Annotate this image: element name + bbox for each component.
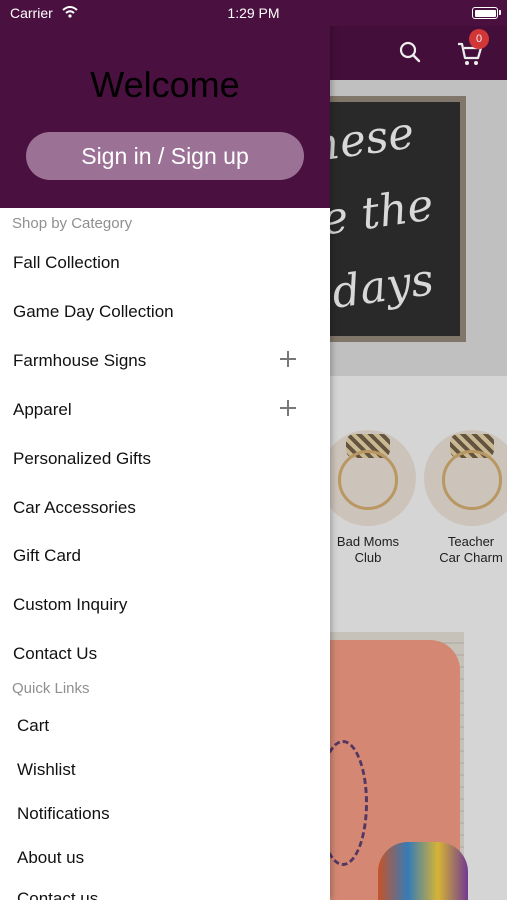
side-drawer: Welcome Sign in / Sign up Shop by Catego… [0,0,330,900]
menu-item-custom-inquiry[interactable]: Custom Inquiry [13,595,313,615]
menu-item-personalized-gifts[interactable]: Personalized Gifts [13,449,313,469]
signin-button[interactable]: Sign in / Sign up [26,132,304,180]
battery-nub [499,10,501,15]
quick-link-wishlist[interactable]: Wishlist [17,760,317,780]
menu-item-farmhouse-signs[interactable]: Farmhouse Signs [13,351,313,371]
drawer-header [0,26,330,208]
menu-item-fall-collection[interactable]: Fall Collection [13,253,313,273]
menu-item-gift-card[interactable]: Gift Card [13,546,313,566]
quick-link-about-us[interactable]: About us [17,848,317,868]
expand-plus-icon[interactable] [280,351,296,367]
quick-link-contact-us[interactable]: Contact us [17,889,317,900]
menu-item-car-accessories[interactable]: Car Accessories [13,498,313,518]
section-label-shop-by-category: Shop by Category [12,215,133,232]
menu-item-contact-us[interactable]: Contact Us [13,644,313,664]
menu-item-game-day-collection[interactable]: Game Day Collection [13,302,313,322]
status-bar: Carrier 1:29 PM [0,0,507,26]
quick-link-cart[interactable]: Cart [17,716,317,736]
expand-plus-icon[interactable] [280,400,296,416]
welcome-title: Welcome [90,64,240,105]
battery-icon [472,7,498,19]
menu-item-apparel[interactable]: Apparel [13,400,313,420]
status-time: 1:29 PM [227,5,280,21]
quick-link-notifications[interactable]: Notifications [17,804,317,824]
app-screen: ions 0 hese e the days Bad Moms Club Tea… [0,0,507,900]
section-label-quick-links: Quick Links [12,680,90,697]
